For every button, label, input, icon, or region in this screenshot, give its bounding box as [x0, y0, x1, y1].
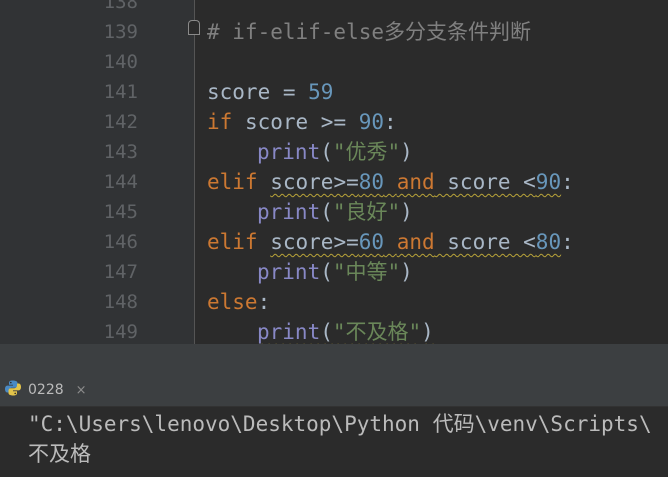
code-token: )	[400, 200, 413, 224]
code-text: if score >= 90:	[207, 107, 397, 137]
code-text: elif score>=60 and score <80:	[207, 227, 574, 257]
code-line: 141 score = 59	[0, 77, 668, 107]
line-number: 148	[103, 291, 138, 313]
code-text: else:	[207, 287, 270, 317]
code-text: print("不及格")	[257, 317, 434, 344]
code-token: if	[207, 110, 233, 134]
code-token: "优秀"	[332, 140, 401, 164]
code-line: 139 # if-elif-else多分支条件判断	[0, 17, 668, 47]
code-token: score	[207, 80, 271, 104]
line-number: 142	[103, 111, 138, 133]
code-token: 90	[535, 170, 562, 194]
code-token: score <	[434, 170, 536, 194]
code-token: score>=	[270, 230, 359, 254]
code-token: )	[421, 320, 434, 344]
python-icon	[4, 379, 22, 401]
code-token: elif	[207, 230, 258, 254]
code-token: :	[257, 290, 271, 314]
line-number: 141	[103, 81, 138, 103]
code-line: 138	[0, 0, 668, 17]
code-line: 144 elif score>=80 and score <90:	[0, 167, 668, 197]
run-tab-bar: 0228 ×	[0, 374, 668, 407]
code-token: score>=	[270, 170, 359, 194]
code-token: )	[400, 140, 413, 164]
line-number: 146	[103, 231, 138, 253]
code-line: 140	[0, 47, 668, 77]
code-token: 80	[535, 230, 562, 254]
code-token: 90	[358, 110, 385, 134]
code-token: (	[320, 140, 333, 164]
code-line: 146 elif score>=60 and score <80:	[0, 227, 668, 257]
code-text: # if-elif-else多分支条件判断	[207, 17, 531, 47]
panel-divider[interactable]	[0, 344, 668, 374]
line-number: 144	[103, 171, 138, 193]
code-line: 142 if score >= 90:	[0, 107, 668, 137]
console-line: "C:\Users\lenovo\Desktop\Python 代码\venv\…	[28, 412, 652, 436]
fold-marker-icon[interactable]	[188, 20, 200, 35]
code-text: score = 59	[207, 77, 333, 107]
code-token: "不及格"	[332, 320, 422, 344]
code-token: 59	[308, 80, 334, 104]
code-token: (	[320, 260, 333, 284]
run-tab[interactable]: 0228 ×	[0, 374, 95, 406]
line-number: 149	[103, 321, 138, 343]
run-console-output[interactable]: "C:\Users\lenovo\Desktop\Python 代码\venv\…	[0, 407, 668, 477]
code-token: :	[561, 230, 574, 254]
code-editor[interactable]: 138 139 # if-elif-else多分支条件判断 140 141 score =…	[0, 0, 668, 344]
code-token: score >=	[232, 110, 359, 134]
code-token: and	[396, 170, 435, 194]
code-text: print("优秀")	[257, 137, 413, 167]
code-token: and	[396, 230, 435, 254]
code-token: print	[257, 320, 321, 344]
code-text: print("良好")	[257, 197, 413, 227]
code-token: =	[270, 80, 309, 104]
line-number: 139	[103, 21, 138, 43]
close-icon[interactable]: ×	[76, 383, 87, 398]
code-text: elif score>=80 and score <90:	[207, 167, 574, 197]
code-token: print	[257, 260, 321, 284]
code-line: 148 else:	[0, 287, 668, 317]
code-token: score <	[434, 230, 536, 254]
code-token: (	[320, 200, 333, 224]
code-token: (	[320, 320, 333, 344]
line-number: 143	[103, 141, 138, 163]
console-line: 不及格	[28, 442, 91, 466]
code-text: print("中等")	[257, 257, 413, 287]
code-token: 60	[358, 230, 385, 254]
code-line: 143 print("优秀")	[0, 137, 668, 167]
code-token: "良好"	[332, 200, 401, 224]
code-token: 80	[358, 170, 385, 194]
run-tab-label: 0228	[28, 382, 64, 398]
code-line: 147 print("中等")	[0, 257, 668, 287]
line-number: 145	[103, 201, 138, 223]
code-token: :	[384, 110, 397, 134]
code-token: elif	[207, 170, 258, 194]
code-token: "中等"	[332, 260, 401, 284]
code-token: else	[207, 290, 258, 314]
code-token: print	[257, 140, 321, 164]
code-token: print	[257, 200, 321, 224]
code-token: )	[400, 260, 413, 284]
line-number: 147	[103, 261, 138, 283]
code-token: # if-elif-else多分支条件判断	[207, 20, 532, 44]
code-line: 145 print("良好")	[0, 197, 668, 227]
line-number: 140	[103, 51, 138, 73]
line-number: 138	[103, 0, 138, 13]
code-line: 149 print("不及格")	[0, 317, 668, 344]
code-token: :	[561, 170, 574, 194]
